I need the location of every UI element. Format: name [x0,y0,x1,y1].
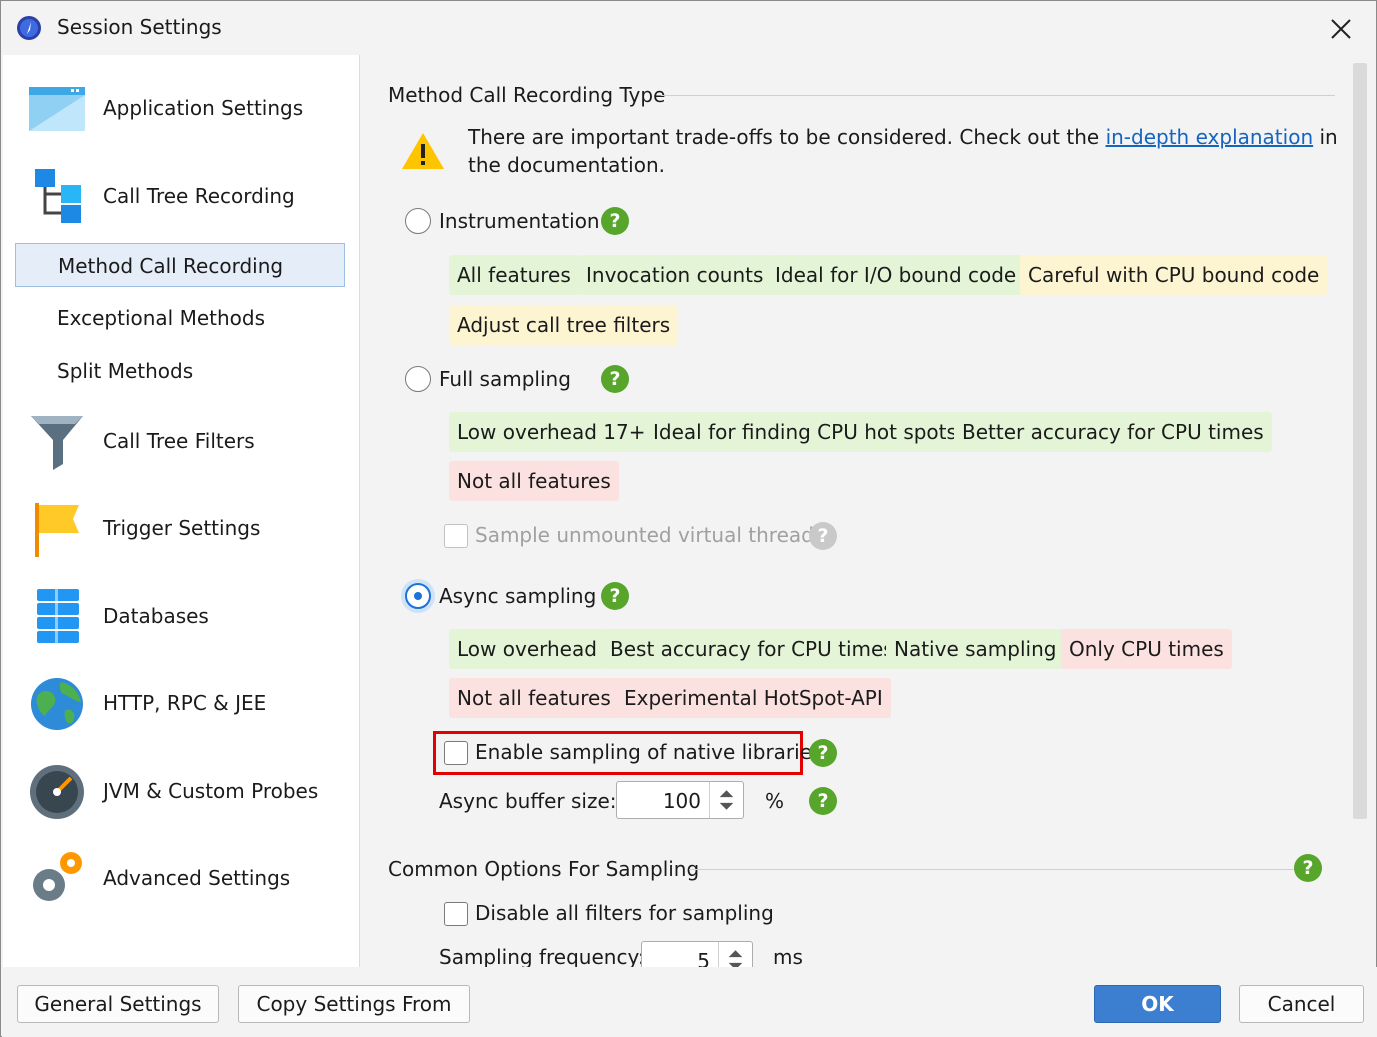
help-icon[interactable]: ? [601,582,629,610]
sidebar-item-exceptional-methods[interactable]: Exceptional Methods [15,296,345,340]
recording-type-title: Method Call Recording Type [388,83,666,107]
full-sampling-label[interactable]: Full sampling [439,367,571,391]
help-icon[interactable]: ? [601,365,629,393]
tag-ideal-io-bound: Ideal for I/O bound code [767,255,1025,295]
in-depth-explanation-link[interactable]: in-depth explanation [1106,125,1314,149]
warning-icon [402,133,444,169]
buffer-size-value[interactable]: 100 [663,789,701,813]
tag-invocation-counts: Invocation counts [578,255,772,295]
tag-only-cpu-times: Only CPU times [1061,629,1232,669]
ok-button[interactable]: OK [1094,985,1221,1023]
sidebar-item-application-settings[interactable]: Application Settings [3,79,360,139]
native-libraries-checkbox[interactable] [444,741,468,765]
sidebar-item-call-tree-filters[interactable]: Call Tree Filters [3,412,360,472]
disable-filters-checkbox[interactable] [444,902,468,926]
window-title: Session Settings [57,15,222,39]
instrumentation-radio[interactable] [405,208,431,234]
sidebar-item-label: Application Settings [103,96,304,120]
session-settings-dialog: Session Settings Application Settings Ca… [0,0,1377,1037]
section-divider [661,95,1335,96]
sidebar-item-label: JVM & Custom Probes [103,779,319,803]
call-tree-icon [35,169,81,223]
settings-content: Method Call Recording Type There are imp… [361,55,1376,967]
funnel-icon [31,416,83,470]
tag-not-all-features: Not all features [449,461,619,501]
cancel-button[interactable]: Cancel [1239,985,1364,1023]
sidebar-item-method-call-recording[interactable]: Method Call Recording [15,243,345,287]
sidebar-item-trigger-settings[interactable]: Trigger Settings [3,499,360,559]
common-options-title: Common Options For Sampling [388,857,700,881]
sidebar-item-http-rpc-jee[interactable]: HTTP, RPC & JEE [3,674,360,734]
sidebar-item-call-tree-recording[interactable]: Call Tree Recording [3,167,360,227]
warning-message: There are important trade-offs to be con… [468,123,1338,179]
sidebar-item-label: Trigger Settings [103,516,261,540]
tag-low-overhead: Low overhead [449,629,605,669]
scrollbar-thumb[interactable] [1353,63,1367,819]
spinner-arrows-icon[interactable] [709,782,743,818]
sidebar-item-advanced-settings[interactable]: Advanced Settings [3,849,360,909]
close-icon[interactable] [1323,11,1359,47]
app-logo-icon [17,16,41,40]
dialog-footer: General Settings Copy Settings From OK C… [2,967,1377,1037]
sampling-frequency-spinner[interactable]: 5 [641,941,753,967]
help-icon: ? [809,522,837,550]
gauge-icon [30,765,84,819]
tag-adjust-call-tree-filters: Adjust call tree filters [449,305,679,345]
sidebar-item-label: Call Tree Recording [103,184,295,208]
disable-filters-label[interactable]: Disable all filters for sampling [475,901,774,925]
tag-native-sampling: Native sampling [886,629,1065,669]
sidebar-item-databases[interactable]: Databases [3,587,360,647]
tag-best-accuracy-cpu: Best accuracy for CPU times [602,629,902,669]
help-icon[interactable]: ? [1294,854,1322,882]
content-scrollbar[interactable] [1353,63,1367,963]
buffer-size-label: Async buffer size: [439,789,617,813]
full-sampling-radio[interactable] [405,366,431,392]
help-icon[interactable]: ? [809,739,837,767]
help-icon[interactable]: ? [601,207,629,235]
buffer-size-spinner[interactable]: 100 [616,781,744,819]
async-sampling-label[interactable]: Async sampling [439,584,596,608]
tag-careful-cpu-bound: Careful with CPU bound code [1020,255,1328,295]
help-icon[interactable]: ? [809,787,837,815]
tag-better-accuracy-cpu: Better accuracy for CPU times [954,412,1272,452]
sidebar-item-label: Call Tree Filters [103,429,255,453]
sampling-frequency-value[interactable]: 5 [697,949,710,967]
tag-not-all-features: Not all features [449,678,619,718]
sample-virtual-threads-checkbox [444,524,468,548]
buffer-size-unit: % [765,789,785,813]
settings-sidebar: Application Settings Call Tree Recording… [3,55,360,967]
sample-virtual-threads-label: Sample unmounted virtual threads [475,523,825,547]
warning-text: There are important trade-offs to be con… [468,125,1106,149]
sidebar-item-split-methods[interactable]: Split Methods [15,349,345,393]
copy-settings-from-button[interactable]: Copy Settings From [238,985,470,1023]
async-sampling-radio[interactable] [405,583,431,609]
tag-all-features: All features [449,255,579,295]
general-settings-button[interactable]: General Settings [17,985,219,1023]
sidebar-item-label: Exceptional Methods [57,306,266,330]
database-icon [37,589,79,643]
globe-icon [31,678,83,730]
tag-experimental-hotspot-api: Experimental HotSpot-API [616,678,891,718]
application-window-icon [29,87,85,131]
instrumentation-label[interactable]: Instrumentation [439,209,600,233]
tag-ideal-cpu-hot-spots: Ideal for finding CPU hot spots [645,412,965,452]
native-libraries-label[interactable]: Enable sampling of native libraries [475,740,822,764]
sidebar-item-label: Databases [103,604,209,628]
sidebar-item-label: Split Methods [57,359,194,383]
sidebar-item-label: HTTP, RPC & JEE [103,691,267,715]
sidebar-item-label: Method Call Recording [58,254,284,278]
spinner-arrows-icon[interactable] [718,942,752,967]
flag-icon [35,503,79,557]
sampling-frequency-label: Sampling frequency: [439,945,645,967]
section-divider [689,869,1297,870]
title-bar: Session Settings [1,1,1376,55]
sidebar-item-jvm-custom-probes[interactable]: JVM & Custom Probes [3,762,360,822]
gears-icon [33,852,82,901]
sampling-frequency-unit: ms [773,945,803,967]
sidebar-item-label: Advanced Settings [103,866,291,890]
tag-low-overhead-17: Low overhead 17+ [449,412,654,452]
